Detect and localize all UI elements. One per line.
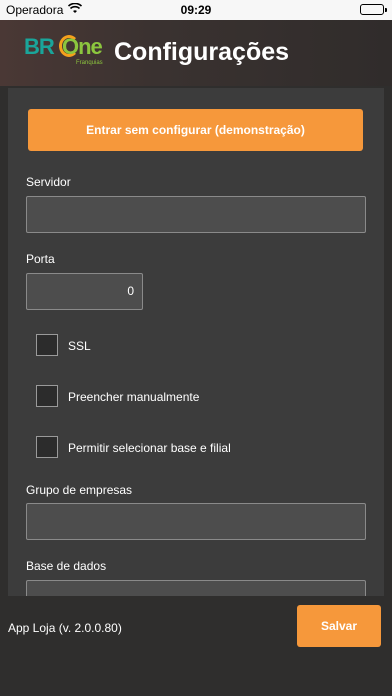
select-base-label: Permitir selecionar base e filial	[68, 441, 231, 455]
battery-icon	[360, 4, 387, 15]
database-label: Base de dados	[26, 559, 107, 573]
port-label: Porta	[26, 252, 55, 266]
port-input[interactable]: 0	[26, 273, 143, 310]
clock: 09:29	[180, 3, 212, 17]
settings-form: Entrar sem configurar (demonstração) Ser…	[8, 88, 384, 596]
company-group-label: Grupo de empresas	[26, 483, 133, 497]
demo-login-button[interactable]: Entrar sem configurar (demonstração)	[28, 109, 363, 151]
app-version: App Loja (v. 2.0.0.80)	[8, 621, 122, 635]
select-base-checkbox[interactable]	[36, 436, 58, 458]
server-input[interactable]	[26, 196, 366, 233]
company-group-input[interactable]	[26, 503, 366, 540]
header: BR One Franquias Configurações	[0, 20, 392, 86]
ssl-checkbox[interactable]	[36, 334, 58, 356]
page-title: Configurações	[114, 38, 290, 66]
server-label: Servidor	[26, 175, 71, 189]
status-bar: Operadora 09:29	[0, 0, 392, 20]
footer: App Loja (v. 2.0.0.80) Salvar	[0, 596, 392, 696]
database-input[interactable]	[26, 580, 366, 596]
manual-fill-checkbox[interactable]	[36, 385, 58, 407]
logo-subtitle: Franquias	[76, 60, 103, 66]
ssl-label: SSL	[68, 339, 91, 353]
logo-one: One	[62, 34, 103, 59]
manual-fill-label: Preencher manualmente	[68, 390, 200, 404]
logo-br: BR	[24, 34, 55, 59]
save-button[interactable]: Salvar	[297, 605, 381, 647]
brand-logo: BR One Franquias	[24, 34, 110, 78]
